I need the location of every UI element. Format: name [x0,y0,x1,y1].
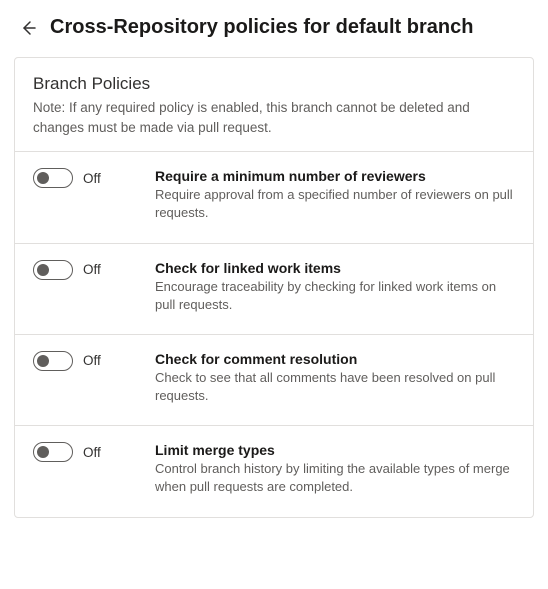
policy-row-min-reviewers: Off Require a minimum number of reviewer… [15,151,533,242]
policy-desc: Control branch history by limiting the a… [155,460,515,496]
policy-title: Require a minimum number of reviewers [155,168,515,184]
card-title: Branch Policies [33,74,515,94]
toggle-group: Off [33,168,143,188]
toggle-state-label: Off [83,353,101,368]
policy-text: Limit merge types Control branch history… [155,442,515,496]
policy-title: Limit merge types [155,442,515,458]
policy-row-linked-work-items: Off Check for linked work items Encourag… [15,243,533,334]
card-header: Branch Policies Note: If any required po… [15,58,533,151]
policy-desc: Encourage traceability by checking for l… [155,278,515,314]
toggle-state-label: Off [83,262,101,277]
policy-desc: Check to see that all comments have been… [155,369,515,405]
toggle-group: Off [33,351,143,371]
page-title: Cross-Repository policies for default br… [50,16,473,39]
back-arrow-icon[interactable] [20,20,36,36]
policy-row-comment-resolution: Off Check for comment resolution Check t… [15,334,533,425]
branch-policies-card: Branch Policies Note: If any required po… [14,57,534,518]
card-note: Note: If any required policy is enabled,… [33,98,515,137]
toggle-knob [37,446,49,458]
policy-text: Check for comment resolution Check to se… [155,351,515,405]
toggle-linked-work-items[interactable] [33,260,73,280]
policy-text: Require a minimum number of reviewers Re… [155,168,515,222]
toggle-knob [37,172,49,184]
toggle-limit-merge-types[interactable] [33,442,73,462]
toggle-state-label: Off [83,171,101,186]
toggle-state-label: Off [83,445,101,460]
toggle-knob [37,264,49,276]
policy-row-limit-merge-types: Off Limit merge types Control branch his… [15,425,533,516]
toggle-min-reviewers[interactable] [33,168,73,188]
toggle-group: Off [33,260,143,280]
policy-title: Check for linked work items [155,260,515,276]
page-header: Cross-Repository policies for default br… [0,0,548,53]
policy-title: Check for comment resolution [155,351,515,367]
toggle-knob [37,355,49,367]
policy-text: Check for linked work items Encourage tr… [155,260,515,314]
policy-desc: Require approval from a specified number… [155,186,515,222]
toggle-group: Off [33,442,143,462]
toggle-comment-resolution[interactable] [33,351,73,371]
